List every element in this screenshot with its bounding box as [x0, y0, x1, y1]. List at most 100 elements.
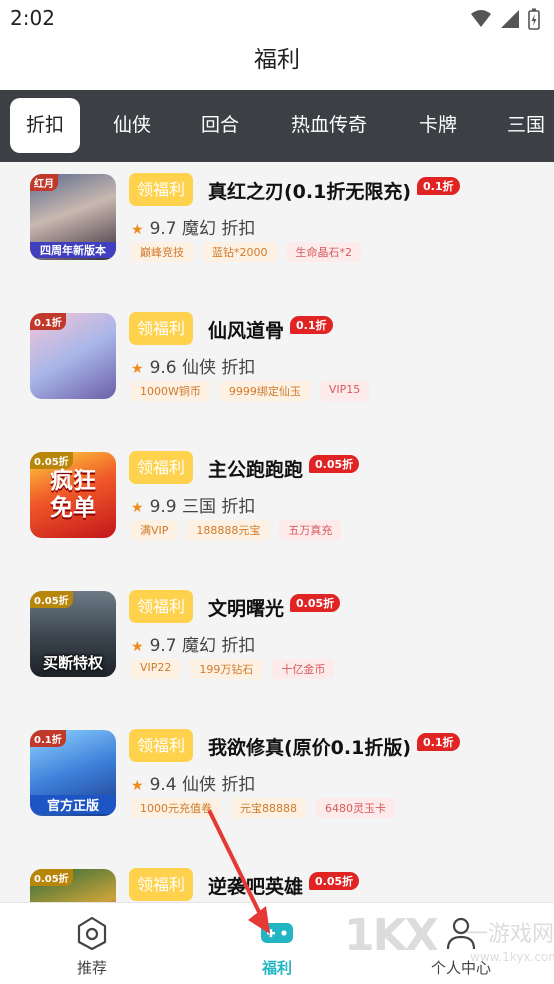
list-item[interactable]: 0.05折 疯狂 免单 领福利 主公跑跑跑 0.05折 ★ 9.9 三国 折扣 满V… — [0, 440, 554, 579]
tag: 五万真充 — [279, 520, 342, 540]
tag: 十亿金币 — [272, 659, 335, 679]
home-icon — [77, 916, 107, 951]
status-time: 2:02 — [10, 6, 55, 30]
game-type: 折扣 — [221, 358, 256, 378]
tag: 188888元宝 — [187, 520, 270, 540]
discount-badge: 0.05折 — [290, 594, 341, 612]
game-meta: ★ 9.9 三国 折扣 — [131, 492, 255, 517]
nav-label: 个人中心 — [430, 959, 491, 977]
icon-badge: 红月 — [30, 174, 58, 191]
tag: VIP22 — [131, 659, 181, 679]
gamepad-icon — [261, 923, 293, 943]
list-item[interactable]: 红月 四周年新版本 领福利 真红之刃(0.1折无限充) 0.1折 ★ 9.7 魔幻 … — [0, 162, 554, 301]
game-name-text: 真红之刃(0.1折无限充) — [208, 181, 412, 203]
tag: 蓝钻*2000 — [203, 242, 277, 262]
game-type: 折扣 — [221, 636, 256, 656]
game-meta: ★ 9.6 仙侠 折扣 — [131, 353, 255, 378]
game-type: 折扣 — [221, 219, 256, 239]
game-icon[interactable]: 0.05折 买断特权 — [30, 591, 116, 677]
nav-item-recommend[interactable]: 推荐 — [32, 903, 152, 984]
claim-welfare-button[interactable]: 领福利 — [129, 868, 193, 901]
star-icon: ★ — [131, 361, 144, 377]
bottom-nav: 推荐 福利 个人中心 — [0, 902, 554, 984]
game-name-text: 文明曙光 — [208, 598, 285, 620]
icon-badge: 0.05折 — [30, 591, 73, 608]
tag: 6480灵玉卡 — [316, 798, 395, 818]
game-name-text: 我欲修真(原价0.1折版) — [208, 737, 412, 759]
star-icon: ★ — [131, 500, 144, 516]
claim-welfare-button[interactable]: 领福利 — [129, 451, 193, 484]
game-icon[interactable]: 0.05折 疯狂 免单 — [30, 452, 116, 538]
discount-badge: 0.05折 — [309, 872, 360, 890]
header: 福利 — [0, 38, 554, 90]
icon-badge: 0.1折 — [30, 730, 66, 747]
claim-welfare-button[interactable]: 领福利 — [129, 590, 193, 623]
game-icon[interactable]: 0.1折 — [30, 313, 116, 399]
discount-badge: 0.05折 — [309, 455, 360, 473]
genre: 魔幻 — [182, 636, 217, 656]
status-bar: 2:02 — [0, 0, 554, 38]
nav-label: 福利 — [261, 959, 292, 977]
list-item[interactable]: 0.1折 官方正版 领福利 我欲修真(原价0.1折版) 0.1折 ★ 9.4 仙侠 … — [0, 718, 554, 857]
genre: 仙侠 — [182, 358, 217, 378]
icon-badge: 0.1折 — [30, 313, 66, 330]
nav-item-welfare[interactable]: 福利 — [217, 903, 337, 984]
tag: 199万钻石 — [190, 659, 263, 679]
rating: 9.9 — [149, 497, 177, 517]
wifi-icon — [471, 10, 491, 27]
list-item[interactable]: 0.05折 买断特权 领福利 文明曙光 0.05折 ★ 9.7 魔幻 折扣 VIP2… — [0, 579, 554, 718]
game-meta: ★ 9.7 魔幻 折扣 — [131, 214, 255, 239]
game-name-text: 逆袭吧英雄 — [208, 876, 304, 898]
claim-welfare-button[interactable]: 领福利 — [129, 312, 193, 345]
tab-card[interactable]: 卡牌 — [406, 98, 470, 153]
tab-xianxia[interactable]: 仙侠 — [100, 98, 164, 153]
icon-headline: 疯狂 免单 — [50, 468, 96, 521]
game-meta: ★ 9.4 仙侠 折扣 — [131, 770, 255, 795]
claim-welfare-button[interactable]: 领福利 — [129, 173, 193, 206]
tag: 满VIP — [131, 520, 178, 540]
game-name: 文明曙光 0.05折 — [208, 594, 341, 621]
tab-three-kingdoms[interactable]: 三国 — [494, 98, 554, 153]
tag: 元宝88888 — [231, 798, 306, 818]
discount-badge: 0.1折 — [417, 733, 460, 751]
icon-caption: 官方正版 — [30, 795, 116, 814]
tab-discount[interactable]: 折扣 — [10, 98, 80, 153]
rating: 9.6 — [149, 358, 177, 378]
game-name-text: 主公跑跑跑 — [208, 459, 304, 481]
tab-turn-based[interactable]: 回合 — [188, 98, 252, 153]
icon-badge: 0.05折 — [30, 869, 73, 886]
rating: 9.7 — [149, 636, 177, 656]
tag: 9999绑定仙玉 — [219, 381, 310, 401]
game-type: 折扣 — [221, 775, 256, 795]
status-icons — [470, 8, 540, 30]
game-name: 主公跑跑跑 0.05折 — [208, 455, 360, 482]
icon-caption: 买断特权 — [42, 654, 103, 672]
game-icon[interactable]: 红月 四周年新版本 — [30, 174, 116, 260]
signal-icon — [501, 10, 519, 28]
tab-legend[interactable]: 热血传奇 — [279, 98, 379, 153]
star-icon: ★ — [131, 778, 144, 794]
tag: 1000元充值卷 — [131, 798, 221, 818]
discount-badge: 0.1折 — [417, 177, 460, 195]
discount-badge: 0.1折 — [290, 316, 333, 334]
list-item[interactable]: 0.1折 领福利 仙风道骨 0.1折 ★ 9.6 仙侠 折扣 1000W铜币 999… — [0, 301, 554, 440]
tag-list: 1000元充值卷 元宝88888 6480灵玉卡 — [131, 798, 395, 818]
tag-list: VIP22 199万钻石 十亿金币 — [131, 659, 335, 679]
rating: 9.4 — [149, 775, 177, 795]
game-name: 逆袭吧英雄 0.05折 — [208, 872, 360, 899]
game-icon[interactable]: 0.05折 — [30, 869, 116, 902]
rating: 9.7 — [149, 219, 177, 239]
list-item[interactable]: 0.05折 领福利 逆袭吧英雄 0.05折 — [0, 857, 554, 902]
battery-icon — [528, 8, 540, 30]
nav-item-profile[interactable]: 个人中心 — [401, 903, 521, 984]
genre: 魔幻 — [182, 219, 217, 239]
tag-list: 满VIP 188888元宝 五万真充 — [131, 520, 342, 540]
game-name-text: 仙风道骨 — [208, 320, 285, 342]
game-list: 红月 四周年新版本 领福利 真红之刃(0.1折无限充) 0.1折 ★ 9.7 魔幻 … — [0, 162, 554, 902]
page-title: 福利 — [254, 47, 300, 73]
claim-welfare-button[interactable]: 领福利 — [129, 729, 193, 762]
star-icon: ★ — [131, 222, 144, 238]
nav-label: 推荐 — [76, 959, 107, 977]
game-icon[interactable]: 0.1折 官方正版 — [30, 730, 116, 816]
genre: 三国 — [182, 497, 217, 517]
